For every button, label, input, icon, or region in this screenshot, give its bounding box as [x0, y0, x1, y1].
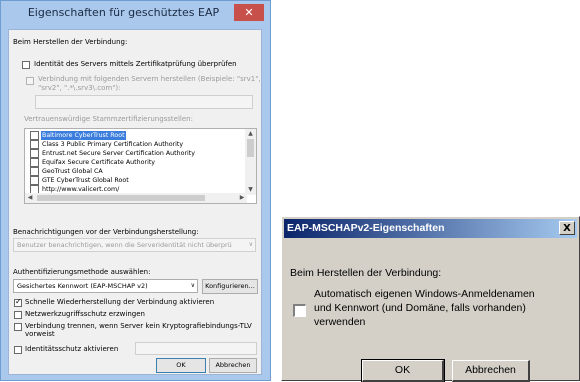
scroll-thumb[interactable]	[37, 195, 205, 201]
disconnect-checkbox[interactable]	[14, 323, 22, 331]
horizontal-scrollbar[interactable]: ◀ ▶	[25, 193, 247, 203]
cancel-button[interactable]: Abbrechen	[209, 358, 257, 373]
list-item-checkbox[interactable]	[30, 149, 39, 158]
identity-privacy-checkbox[interactable]	[14, 346, 22, 354]
nap-checkbox[interactable]	[14, 311, 22, 319]
list-item-label: Equifax Secure Certificate Authority	[42, 159, 156, 166]
connect-servers-checkbox[interactable]	[26, 77, 34, 85]
nap-label: Netzwerkzugriffsschutz erzwingen	[25, 310, 145, 318]
notify-select[interactable]: Benutzer benachrichtigen, wenn die Serve…	[13, 238, 256, 252]
chevron-down-icon: ∨	[248, 241, 253, 248]
notify-label: Benachrichtigungen vor der Verbindungshe…	[13, 228, 199, 236]
disconnect-label-line2: vorweist	[25, 330, 55, 338]
connect-servers-label-line1: Verbindung mit folgenden Servern herstel…	[38, 75, 261, 83]
list-item-checkbox[interactable]	[30, 176, 39, 185]
notify-select-value: Benutzer benachrichtigen, wenn die Serve…	[17, 241, 232, 249]
mschapv2-properties-dialog: EAP-MSCHAPv2-Eigenschaften X Beim Herste…	[281, 216, 580, 382]
peap-properties-dialog: Eigenschaften für geschütztes EAP ✕ Beim…	[0, 0, 271, 381]
cancel-button[interactable]: Abbrechen	[452, 360, 530, 382]
auto-logon-label-line2: und Kennwort (und Domäne, falls vorhande…	[314, 302, 526, 314]
close-button[interactable]: ✕	[234, 4, 264, 21]
scroll-left-icon[interactable]: ◀	[25, 193, 35, 203]
connect-heading: Beim Herstellen der Verbindung:	[13, 38, 128, 46]
auth-method-value: Gesichertes Kennwort (EAP-MSCHAP v2)	[17, 282, 148, 290]
list-item-checkbox[interactable]	[30, 158, 39, 167]
auto-logon-label-line1: Automatisch eigenen Windows-Anmeldenamen	[314, 288, 535, 300]
connect-servers-label-line2: "srv2", ".*\.srv3\.com"):	[38, 84, 121, 92]
connect-heading: Beim Herstellen der Verbindung:	[290, 267, 442, 279]
server-names-input[interactable]	[35, 95, 253, 109]
auth-method-select[interactable]: Gesichertes Kennwort (EAP-MSCHAP v2) ∨	[13, 279, 198, 293]
list-item-checkbox[interactable]	[30, 140, 39, 149]
dialog-client-area: Beim Herstellen der Verbindung: Identitä…	[8, 29, 262, 375]
scroll-right-icon[interactable]: ▶	[237, 193, 247, 203]
list-item-label: GeoTrust Global CA	[42, 168, 103, 175]
list-item-checkbox[interactable]	[30, 131, 39, 140]
ok-button[interactable]: OK	[156, 358, 206, 373]
chevron-down-icon: ∨	[190, 282, 195, 289]
configure-button[interactable]: Konfigurieren...	[202, 279, 258, 294]
verify-server-checkbox[interactable]	[22, 61, 30, 69]
identity-privacy-label: Identitätsschutz aktivieren	[25, 345, 119, 353]
trusted-roots-list[interactable]: Baltimore CyberTrust Root Class 3 Public…	[24, 128, 257, 204]
scroll-up-icon[interactable]: ▲	[245, 129, 256, 139]
title-bar: Eigenschaften für geschütztes EAP ✕	[1, 1, 270, 25]
scroll-thumb[interactable]	[247, 139, 254, 157]
trusted-roots-label: Vertrauenswürdige Stammzertifizierungsst…	[24, 115, 193, 123]
vertical-scrollbar[interactable]: ▲ ▼	[245, 129, 256, 195]
identity-privacy-input[interactable]	[135, 342, 257, 355]
dialog-title: Eigenschaften für geschütztes EAP	[27, 6, 220, 19]
fast-reconnect-checkbox[interactable]	[14, 297, 22, 307]
disconnect-label-line1: Verbindung trennen, wenn Server kein Kry…	[25, 322, 252, 330]
title-bar: EAP-MSCHAPv2-Eigenschaften X	[284, 219, 577, 238]
list-item-label: Class 3 Public Primary Certification Aut…	[42, 141, 184, 148]
fast-reconnect-label: Schnelle Wiederherstellung der Verbindun…	[25, 298, 215, 306]
list-item-label: GTE CyberTrust Global Root	[42, 177, 129, 184]
ok-button[interactable]: OK	[361, 359, 445, 382]
dialog-title: EAP-MSCHAPv2-Eigenschaften	[287, 222, 445, 234]
close-button[interactable]: X	[559, 221, 575, 235]
list-item-label: Entrust.net Secure Server Certification …	[42, 150, 195, 157]
auto-logon-label-line3: verwenden	[314, 316, 366, 328]
list-item-checkbox[interactable]	[30, 167, 39, 176]
auto-logon-checkbox[interactable]	[293, 304, 306, 317]
list-item-label: Baltimore CyberTrust Root	[41, 131, 126, 140]
verify-server-label: Identität des Servers mittels Zertifikat…	[34, 60, 237, 68]
auth-method-label: Authentifizierungsmethode auswählen:	[13, 268, 151, 276]
